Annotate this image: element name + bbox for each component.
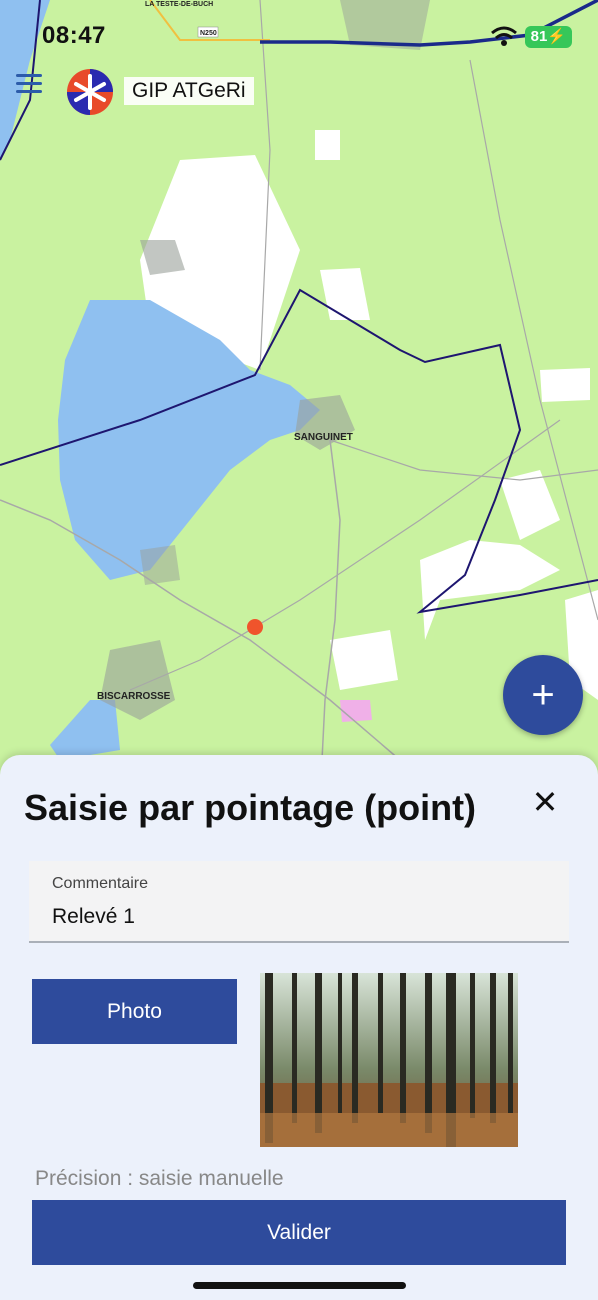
photo-thumbnail[interactable] xyxy=(260,973,518,1147)
location-marker[interactable] xyxy=(247,619,263,635)
wifi-icon xyxy=(490,26,517,46)
close-icon[interactable]: ✕ xyxy=(530,786,560,818)
status-time: 08:47 xyxy=(42,22,106,49)
app-logo xyxy=(67,69,113,115)
comment-input[interactable]: Relevé 1 xyxy=(52,905,135,929)
plus-icon: + xyxy=(531,672,555,717)
add-button[interactable]: + xyxy=(503,655,583,735)
precision-text: Précision : saisie manuelle xyxy=(35,1167,284,1190)
status-bar: 08:47 81⚡ xyxy=(0,0,598,70)
town-label-biscarrosse: BISCARROSSE xyxy=(97,691,171,702)
town-label-sanguinet: SANGUINET xyxy=(294,432,353,443)
photo-button[interactable]: Photo xyxy=(32,979,237,1044)
status-icons: 81⚡ xyxy=(490,26,572,48)
battery-level: 81 xyxy=(530,28,548,45)
top-bar: GIP ATGeRi xyxy=(0,66,300,116)
comment-label: Commentaire xyxy=(52,875,149,892)
validate-button[interactable]: Valider xyxy=(32,1200,566,1265)
app-title: GIP ATGeRi xyxy=(124,77,254,105)
home-indicator[interactable] xyxy=(193,1282,406,1289)
comment-field[interactable]: Commentaire Relevé 1 xyxy=(29,861,569,943)
sheet-title: Saisie par pointage (point) xyxy=(24,787,477,828)
entry-sheet: Saisie par pointage (point) ✕ Commentair… xyxy=(0,755,598,1300)
charging-icon: ⚡ xyxy=(547,28,566,45)
menu-icon[interactable] xyxy=(16,74,42,94)
battery-icon: 81⚡ xyxy=(524,26,572,48)
